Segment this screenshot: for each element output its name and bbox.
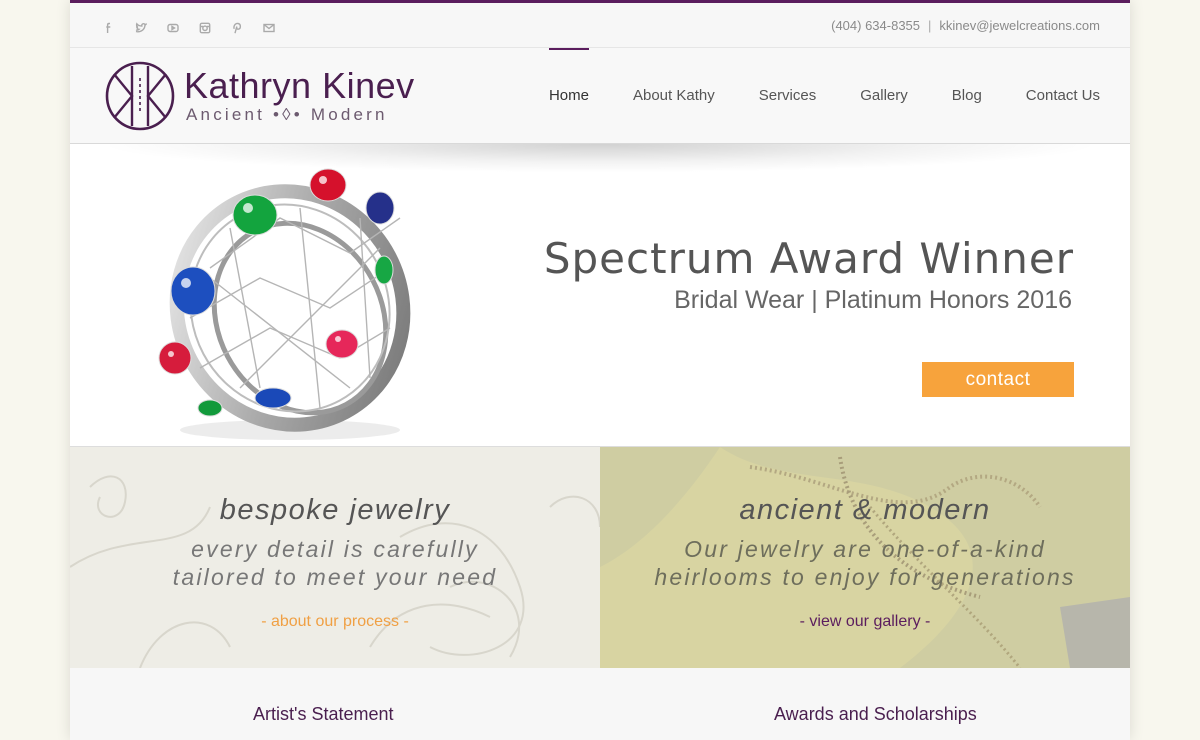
site-header: Kathryn Kinev Ancient •◊• Modern Home Ab… <box>70 48 1130 144</box>
page-container: (404) 634-8355 | kkinev@jewelcreations.c… <box>70 0 1130 740</box>
youtube-icon[interactable] <box>164 21 182 35</box>
email-icon[interactable] <box>260 21 278 35</box>
promo-ancient-modern: ancient & modern Our jewelry are one-of-… <box>600 447 1130 668</box>
content-section: Artist's Statement Awards and Scholarshi… <box>70 668 1130 740</box>
top-bar: (404) 634-8355 | kkinev@jewelcreations.c… <box>70 3 1130 48</box>
nav-contact-us[interactable]: Contact Us <box>1026 48 1100 144</box>
main-nav: Home About Kathy Services Gallery Blog C… <box>548 48 1100 144</box>
nav-services[interactable]: Services <box>759 48 817 144</box>
contact-separator: | <box>928 18 932 33</box>
logo-text: Kathryn Kinev Ancient •◊• Modern <box>184 67 415 125</box>
nav-gallery[interactable]: Gallery <box>860 48 908 144</box>
logo-name: Kathryn Kinev <box>184 65 415 106</box>
hero-title: Spectrum Award Winner <box>543 234 1074 283</box>
nav-home[interactable]: Home <box>548 48 589 144</box>
twitter-icon[interactable] <box>132 21 150 35</box>
promo-text-line: Our jewelry are one-of-a-kind <box>684 536 1046 562</box>
nav-about-kathy[interactable]: About Kathy <box>633 48 715 144</box>
promo-text-line: tailored to meet your need <box>172 564 498 590</box>
facebook-icon[interactable] <box>100 21 118 35</box>
ring-image <box>158 168 411 440</box>
promo-title: ancient & modern <box>739 494 991 526</box>
promo-bespoke-jewelry: bespoke jewelry every detail is carefull… <box>70 447 600 668</box>
promo-text-line: heirlooms to enjoy for generations <box>654 564 1076 590</box>
promo-text: every detail is carefully tailored to me… <box>70 535 600 591</box>
artists-statement-heading: Artist's Statement <box>253 704 394 724</box>
phone-number[interactable]: (404) 634-8355 <box>831 18 920 33</box>
about-process-link[interactable]: - about our process - <box>70 613 600 631</box>
view-gallery-link[interactable]: - view our gallery - <box>600 613 1130 631</box>
promo-text: Our jewelry are one-of-a-kind heirlooms … <box>600 535 1130 591</box>
awards-heading: Awards and Scholarships <box>774 704 977 724</box>
site-logo[interactable]: Kathryn Kinev Ancient •◊• Modern <box>104 60 415 132</box>
hero-banner: Spectrum Award Winner Bridal Wear | Plat… <box>70 144 1130 447</box>
social-links <box>100 21 278 35</box>
email-link[interactable]: kkinev@jewelcreations.com <box>939 18 1100 33</box>
contact-button[interactable]: contact <box>922 362 1074 397</box>
logo-tagline: Ancient •◊• Modern <box>186 105 388 124</box>
hero-subtitle: Bridal Wear | Platinum Honors 2016 <box>674 286 1072 314</box>
logo-mark-icon <box>105 61 175 131</box>
contact-info: (404) 634-8355 | kkinev@jewelcreations.c… <box>831 18 1100 33</box>
instagram-icon[interactable] <box>196 21 214 35</box>
pinterest-icon[interactable] <box>228 21 246 35</box>
promo-text-line: every detail is carefully <box>191 536 479 562</box>
promo-title: bespoke jewelry <box>219 494 451 526</box>
nav-blog[interactable]: Blog <box>952 48 982 144</box>
